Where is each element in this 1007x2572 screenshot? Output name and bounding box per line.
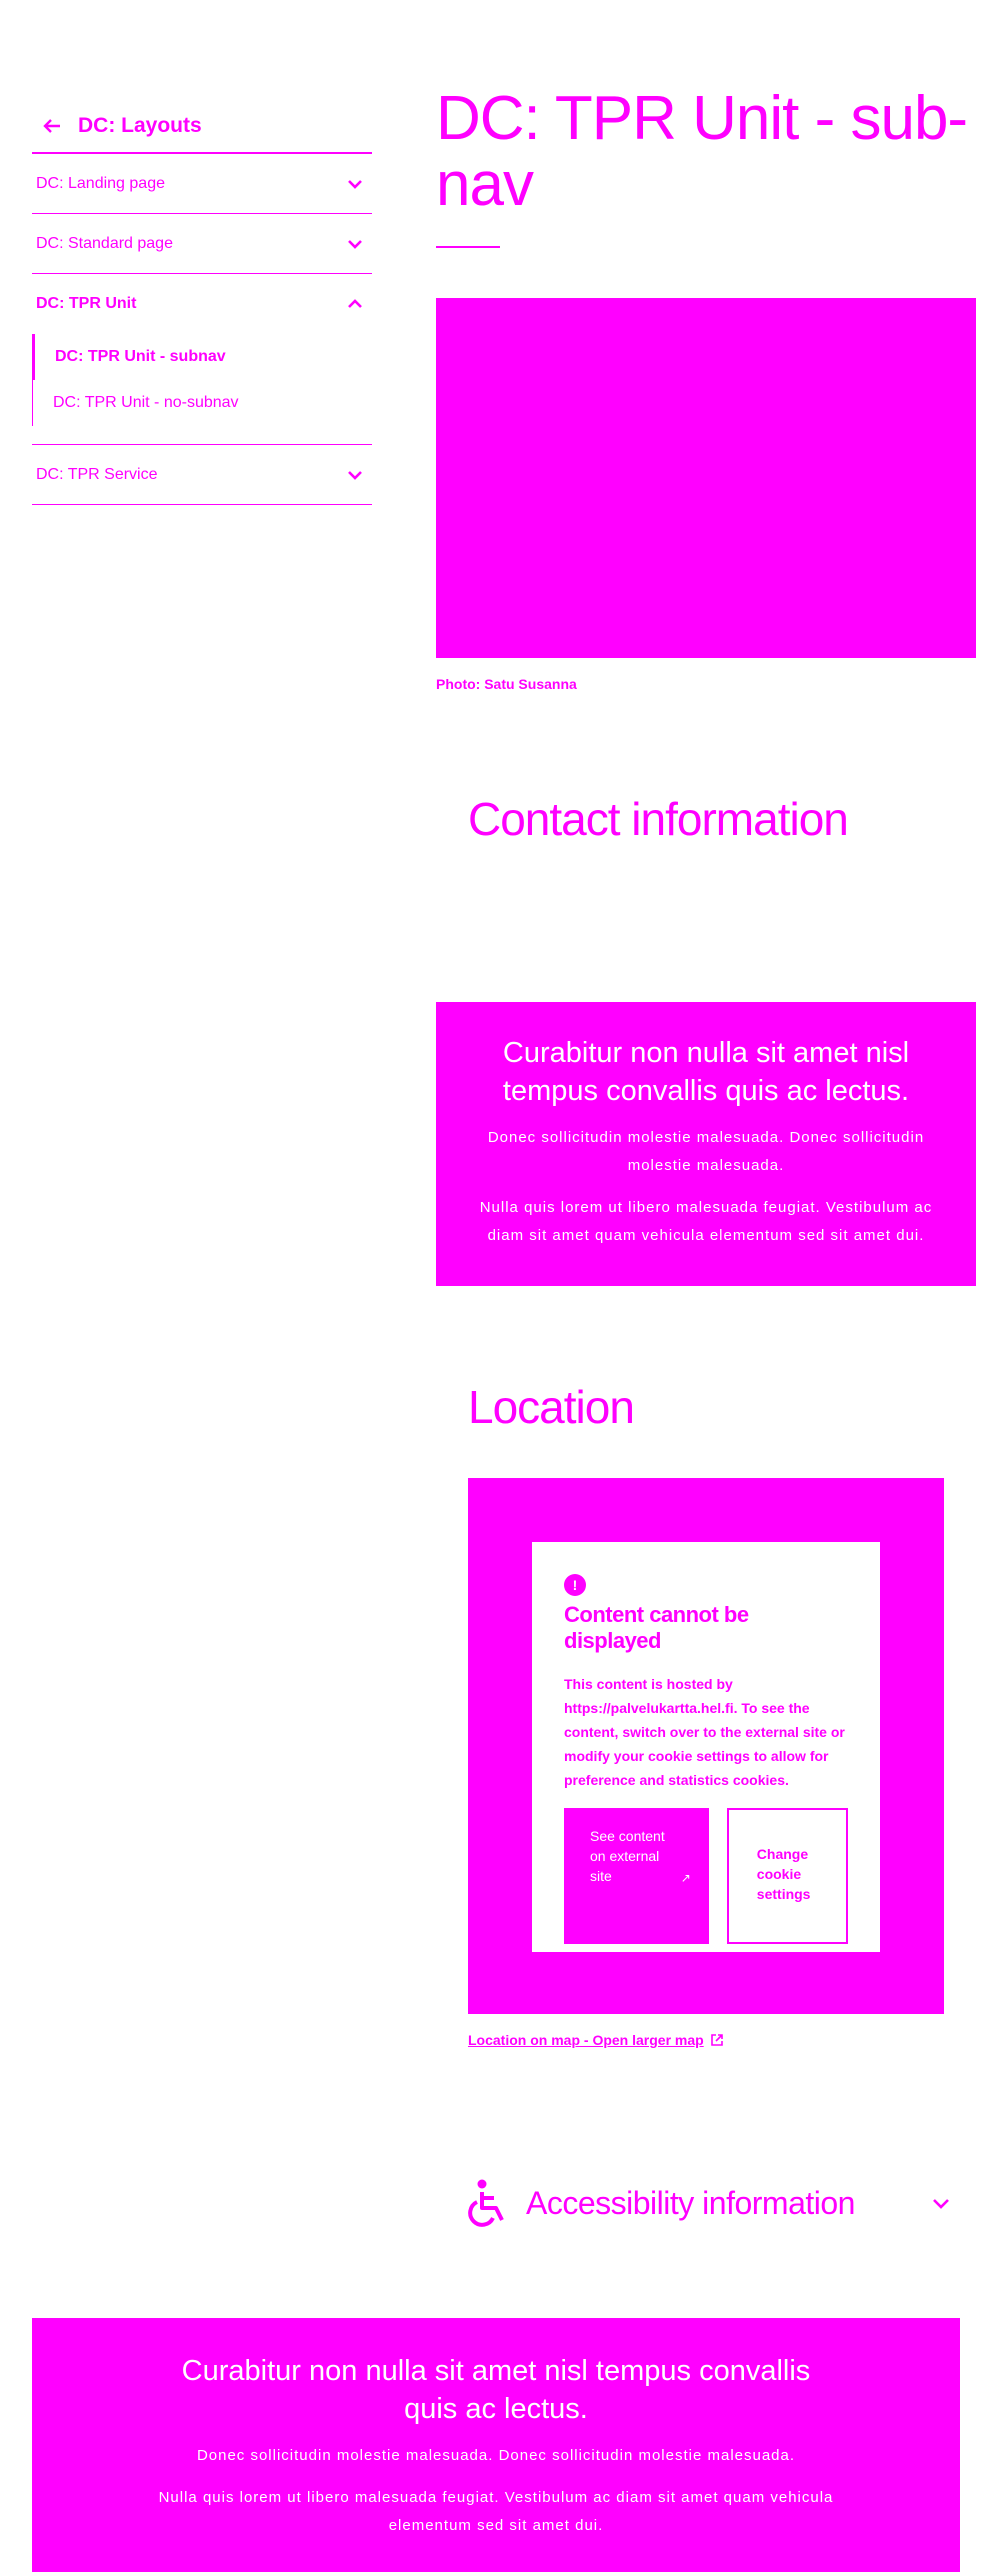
sidebar-item-tpr-unit[interactable]: DC: TPR Unit — [32, 274, 372, 334]
external-site-button[interactable]: See content on external site ↗ — [564, 1808, 709, 1944]
title-divider — [436, 246, 500, 248]
sidebar-nav: DC: Layouts DC: Landing page DC: Standar… — [32, 100, 372, 505]
sidebar-item-label: DC: TPR Unit — [36, 295, 137, 312]
chevron-down-icon[interactable] — [930, 2192, 952, 2214]
back-link[interactable]: DC: Layouts — [32, 100, 372, 152]
location-heading: Location — [468, 1381, 635, 1433]
consent-body: This content is hosted by https://palvel… — [564, 1676, 845, 1788]
cookie-consent-panel: ! Content cannot be displayed This conte… — [532, 1542, 880, 1952]
sidebar-item-standard-page[interactable]: DC: Standard page — [32, 214, 372, 274]
photo-caption: Photo: Satu Susanna — [436, 676, 577, 692]
external-site-button-label: See content on external site — [590, 1828, 665, 1884]
info-box-text: Nulla quis lorem ut libero malesuada feu… — [479, 1199, 933, 1244]
chevron-down-icon[interactable] — [346, 235, 364, 253]
external-link-icon — [710, 2034, 723, 2046]
wheelchair-icon — [468, 2179, 504, 2227]
change-cookie-settings-button[interactable]: Change cookie settings — [726, 1808, 848, 1944]
accessibility-accordion[interactable]: Accessibility information — [468, 2178, 952, 2228]
footer-lead: Curabitur non nulla sit amet nisl tempus… — [181, 2355, 811, 2425]
sidebar-item-tpr-service[interactable]: DC: TPR Service — [32, 445, 372, 505]
consent-actions: See content on external site ↗ Change co… — [564, 1808, 848, 1944]
info-box-text: Donec sollicitudin molestie malesuada. D… — [487, 1129, 925, 1174]
chevron-down-icon[interactable] — [346, 466, 364, 484]
hero-image — [436, 298, 976, 658]
consent-title: Content cannot be displayed — [564, 1602, 749, 1653]
map-embed: ! Content cannot be displayed This conte… — [468, 1478, 944, 2014]
back-link-label: DC: Layouts — [78, 114, 202, 137]
contact-heading: Contact information — [468, 793, 849, 845]
sidebar-item-landing-page[interactable]: DC: Landing page — [32, 154, 372, 214]
accessibility-header: Accessibility information — [468, 2178, 855, 2228]
subnav-list: DC: TPR Unit - subnav DC: TPR Unit - no-… — [32, 334, 372, 445]
footer-text: Nulla quis lorem ut libero malesuada feu… — [158, 2489, 834, 2534]
accessibility-heading: Accessibility information — [526, 2184, 855, 2221]
arrow-left-icon — [43, 119, 60, 133]
page-title: DC: TPR Unit - sub-nav — [436, 84, 968, 219]
external-link-icon: ↗ — [680, 1871, 691, 1885]
subnav-item-tpr-unit-no-subnav[interactable]: DC: TPR Unit - no-subnav — [32, 380, 372, 426]
info-box: Curabitur non nulla sit amet nisl tempus… — [436, 1002, 976, 1286]
alert-icon: ! — [564, 1574, 586, 1596]
chevron-down-icon[interactable] — [346, 175, 364, 193]
map-link-label: Location on map - Open larger map — [468, 2032, 704, 2048]
footer-info-box: Curabitur non nulla sit amet nisl tempus… — [32, 2318, 960, 2572]
sidebar-item-label: DC: Landing page — [36, 174, 165, 192]
footer-text: Donec sollicitudin molestie malesuada. D… — [196, 2447, 796, 2464]
info-box-lead: Curabitur non nulla sit amet nisl tempus… — [502, 1037, 910, 1107]
chevron-up-icon[interactable] — [346, 295, 364, 313]
sidebar-item-label: DC: TPR Service — [36, 465, 158, 483]
sidebar-item-label: DC: Standard page — [36, 234, 173, 252]
subnav-item-tpr-unit-subnav[interactable]: DC: TPR Unit - subnav — [32, 334, 372, 380]
open-larger-map-link[interactable]: Location on map - Open larger map — [468, 2032, 724, 2048]
